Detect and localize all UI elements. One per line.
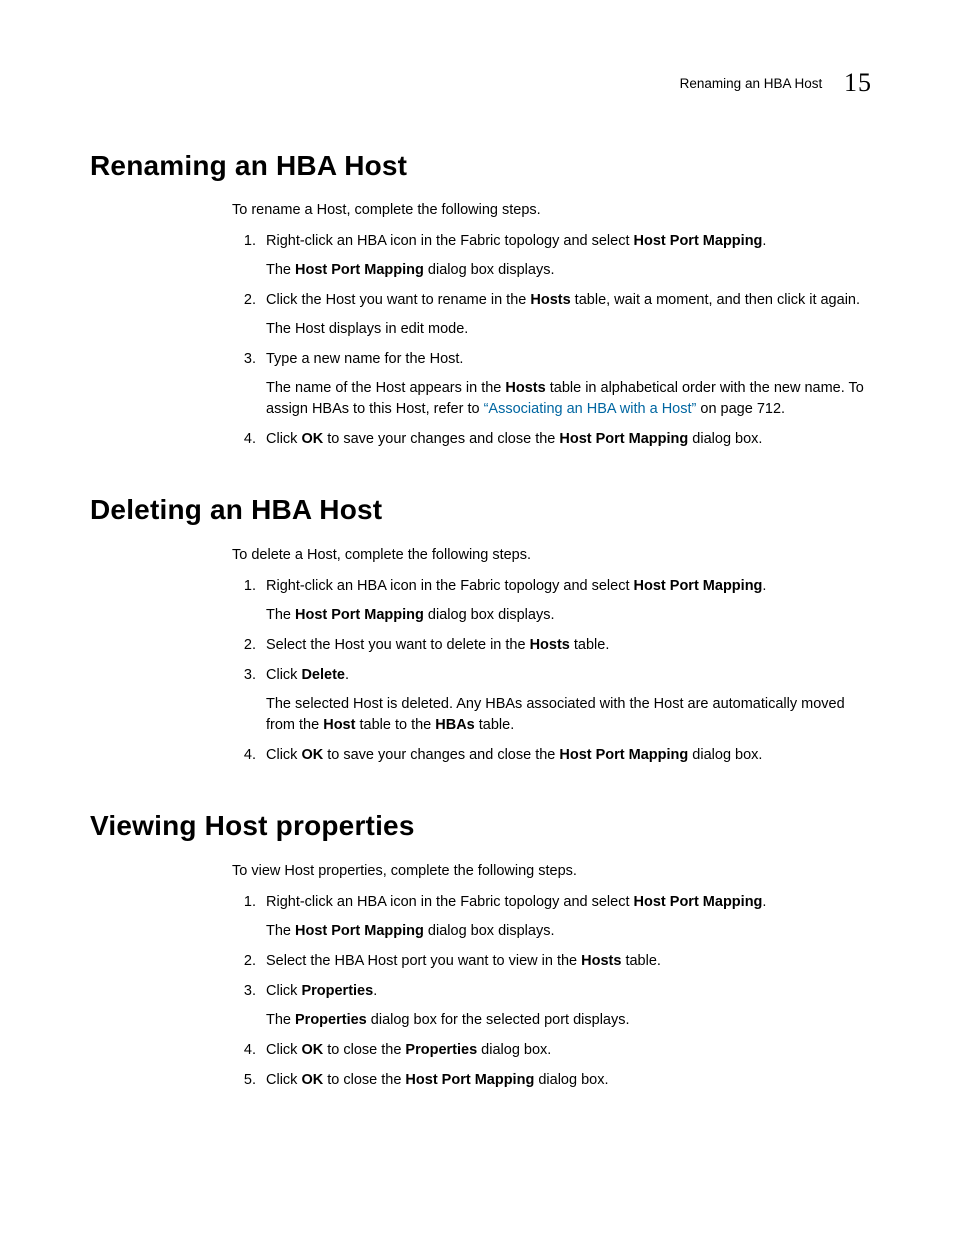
ui-label: Hosts xyxy=(530,292,570,308)
text: Click the Host you want to rename in the xyxy=(266,292,530,308)
text: dialog box for the selected port display… xyxy=(367,1012,630,1028)
ui-label: Properties xyxy=(405,1042,477,1058)
ui-label: Host Port Mapping xyxy=(634,894,763,910)
text: Right-click an HBA icon in the Fabric to… xyxy=(266,894,634,910)
heading-renaming: Renaming an HBA Host xyxy=(90,146,872,187)
ui-label: OK xyxy=(301,431,323,447)
text: The Host displays in edit mode. xyxy=(266,319,872,340)
text: The name of the Host appears in the xyxy=(266,380,505,396)
section-renaming: Renaming an HBA Host To rename a Host, c… xyxy=(90,146,872,451)
text: to close the xyxy=(323,1042,405,1058)
intro-viewing: To view Host properties, complete the fo… xyxy=(232,861,872,882)
text: The xyxy=(266,607,295,623)
section-deleting: Deleting an HBA Host To delete a Host, c… xyxy=(90,490,872,766)
text: Type a new name for the Host. xyxy=(266,349,872,370)
page: Renaming an HBA Host 15 Renaming an HBA … xyxy=(0,0,954,1235)
section-viewing: Viewing Host properties To view Host pro… xyxy=(90,806,872,1091)
text: The xyxy=(266,262,295,278)
ui-label: Delete xyxy=(301,667,345,683)
intro-renaming: To rename a Host, complete the following… xyxy=(232,200,872,221)
ui-label: OK xyxy=(301,1072,323,1088)
text: . xyxy=(762,578,766,594)
steps-viewing: Right-click an HBA icon in the Fabric to… xyxy=(232,892,872,1091)
step: Click OK to save your changes and close … xyxy=(260,745,872,766)
text: . xyxy=(373,983,377,999)
text: table to the xyxy=(355,717,435,733)
text: Select the HBA Host port you want to vie… xyxy=(266,953,581,969)
text: The xyxy=(266,923,295,939)
text: Click xyxy=(266,431,301,447)
step: Click the Host you want to rename in the… xyxy=(260,290,872,340)
step: Click OK to save your changes and close … xyxy=(260,429,872,450)
text: table, wait a moment, and then click it … xyxy=(571,292,860,308)
text: table. xyxy=(621,953,661,969)
text: to save your changes and close the xyxy=(323,747,559,763)
text: Click xyxy=(266,1072,301,1088)
text: dialog box displays. xyxy=(424,607,555,623)
step: Click OK to close the Host Port Mapping … xyxy=(260,1070,872,1091)
text: The xyxy=(266,1012,295,1028)
ui-label: Properties xyxy=(295,1012,367,1028)
text: table. xyxy=(475,717,515,733)
text: dialog box displays. xyxy=(424,262,555,278)
text: table. xyxy=(570,637,610,653)
ui-label: Host Port Mapping xyxy=(634,578,763,594)
step: Click Delete. The selected Host is delet… xyxy=(260,665,872,736)
text: to save your changes and close the xyxy=(323,431,559,447)
ui-label: Properties xyxy=(301,983,373,999)
text: Right-click an HBA icon in the Fabric to… xyxy=(266,233,634,249)
text: dialog box displays. xyxy=(424,923,555,939)
text: Click xyxy=(266,1042,301,1058)
step: Click Properties. The Properties dialog … xyxy=(260,981,872,1031)
text: Select the Host you want to delete in th… xyxy=(266,637,530,653)
text: Click xyxy=(266,747,301,763)
ui-label: Host Port Mapping xyxy=(295,262,424,278)
running-header: Renaming an HBA Host 15 xyxy=(90,64,872,102)
ui-label: Host Port Mapping xyxy=(295,923,424,939)
ui-label: Host Port Mapping xyxy=(634,233,763,249)
ui-label: Hosts xyxy=(505,380,545,396)
steps-deleting: Right-click an HBA icon in the Fabric to… xyxy=(232,576,872,766)
ui-label: Host Port Mapping xyxy=(559,747,688,763)
text: . xyxy=(345,667,349,683)
heading-viewing: Viewing Host properties xyxy=(90,806,872,847)
cross-reference-link[interactable]: “Associating an HBA with a Host” xyxy=(484,401,697,417)
text: Click xyxy=(266,983,301,999)
ui-label: Host Port Mapping xyxy=(295,607,424,623)
ui-label: OK xyxy=(301,747,323,763)
text: Right-click an HBA icon in the Fabric to… xyxy=(266,578,634,594)
ui-label: Hosts xyxy=(581,953,621,969)
step: Select the HBA Host port you want to vie… xyxy=(260,951,872,972)
text: Click xyxy=(266,667,301,683)
step: Type a new name for the Host. The name o… xyxy=(260,349,872,420)
text: dialog box. xyxy=(688,747,762,763)
text: dialog box. xyxy=(534,1072,608,1088)
ui-label: HBAs xyxy=(435,717,474,733)
chapter-number: 15 xyxy=(844,68,872,97)
step: Right-click an HBA icon in the Fabric to… xyxy=(260,231,872,281)
step: Right-click an HBA icon in the Fabric to… xyxy=(260,892,872,942)
running-title: Renaming an HBA Host xyxy=(680,76,823,91)
ui-label: Hosts xyxy=(530,637,570,653)
step: Click OK to close the Properties dialog … xyxy=(260,1040,872,1061)
ui-label: Host xyxy=(323,717,355,733)
text: dialog box. xyxy=(688,431,762,447)
text: dialog box. xyxy=(477,1042,551,1058)
text: . xyxy=(762,233,766,249)
text: on page 712. xyxy=(696,401,785,417)
intro-deleting: To delete a Host, complete the following… xyxy=(232,545,872,566)
heading-deleting: Deleting an HBA Host xyxy=(90,490,872,531)
ui-label: Host Port Mapping xyxy=(405,1072,534,1088)
steps-renaming: Right-click an HBA icon in the Fabric to… xyxy=(232,231,872,450)
text: to close the xyxy=(323,1072,405,1088)
ui-label: OK xyxy=(301,1042,323,1058)
ui-label: Host Port Mapping xyxy=(559,431,688,447)
step: Right-click an HBA icon in the Fabric to… xyxy=(260,576,872,626)
step: Select the Host you want to delete in th… xyxy=(260,635,872,656)
text: . xyxy=(762,894,766,910)
